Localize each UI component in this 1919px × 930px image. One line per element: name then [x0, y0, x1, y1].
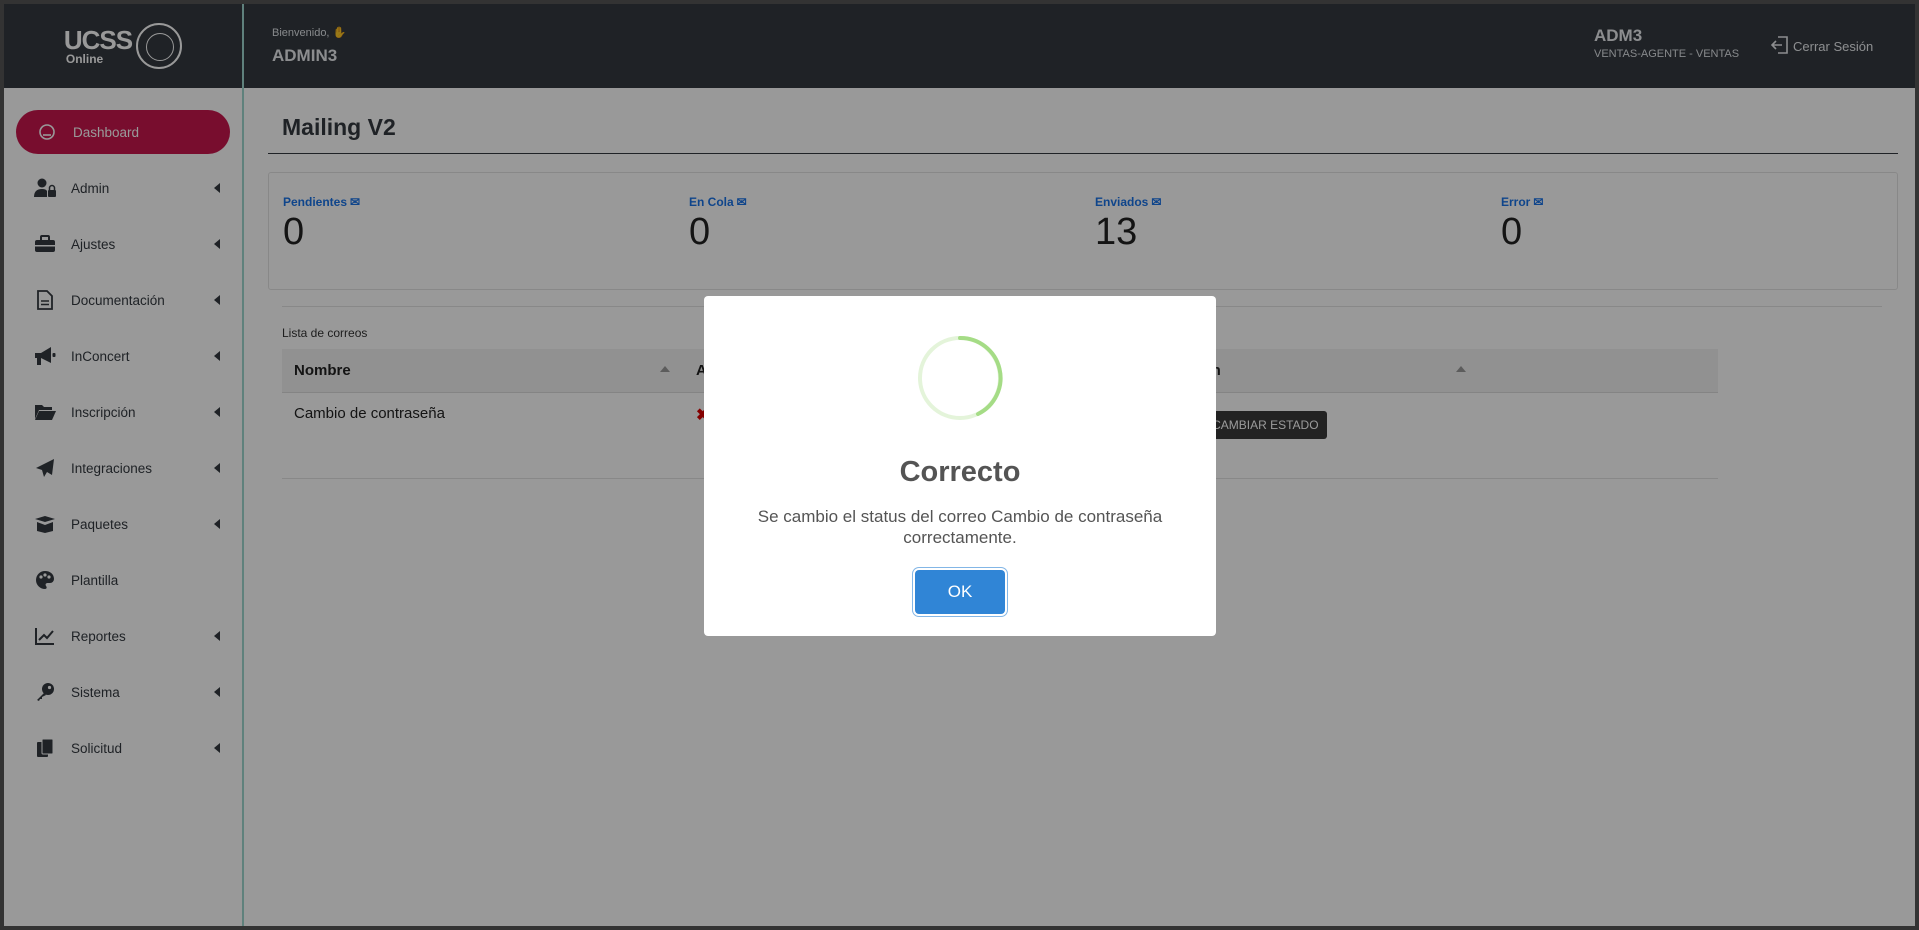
- dialog-message: Se cambio el status del correo Cambio de…: [757, 507, 1163, 547]
- app-frame: UCSS Online Dashboard Admin Ajustes Docu…: [4, 4, 1915, 926]
- ok-button[interactable]: OK: [915, 570, 1005, 614]
- success-dialog: Correcto Se cambio el status del correo …: [704, 296, 1216, 636]
- success-spinner-icon: [918, 335, 1003, 420]
- dialog-title: Correcto: [899, 456, 1021, 488]
